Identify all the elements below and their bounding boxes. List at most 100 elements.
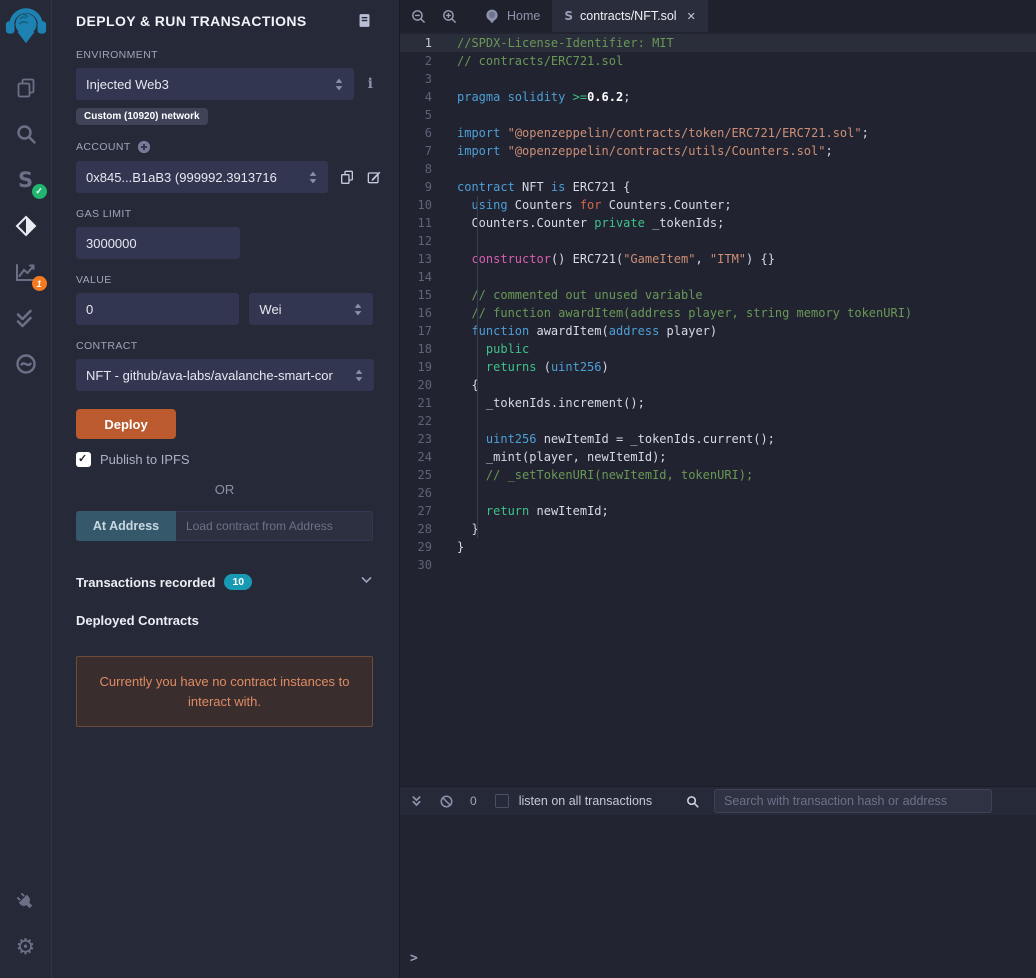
code-text[interactable]: } [457, 520, 478, 538]
code-line[interactable]: 2// contracts/ERC721.sol [400, 52, 1036, 70]
line-number[interactable]: 21 [400, 394, 457, 412]
line-number[interactable]: 5 [400, 106, 457, 124]
code-text[interactable]: import "@openzeppelin/contracts/utils/Co… [457, 142, 833, 160]
code-line[interactable]: 6 import "@openzeppelin/contracts/token/E… [400, 124, 1036, 142]
line-number[interactable]: 10 [400, 196, 457, 214]
at-address-button[interactable]: At Address [76, 511, 176, 541]
code-line[interactable]: 27 return newItemId; [400, 502, 1036, 520]
line-number[interactable]: 30 [400, 556, 457, 574]
edit-account-icon[interactable] [366, 169, 382, 185]
line-number[interactable]: 4 [400, 88, 457, 106]
line-number[interactable]: 2 [400, 52, 457, 70]
terminal-search-input[interactable] [724, 790, 982, 812]
tab-nft-sol[interactable]: S contracts/NFT.sol ✕ [552, 0, 708, 32]
code-text[interactable]: return newItemId; [457, 502, 609, 520]
zoom-in-icon[interactable] [441, 8, 458, 25]
code-text[interactable]: constructor() ERC721("GameItem", "ITM") … [457, 250, 774, 268]
code-line[interactable]: 29} [400, 538, 1036, 556]
code-text[interactable]: // contracts/ERC721.sol [457, 52, 623, 70]
gas-limit-input[interactable] [86, 235, 230, 251]
code-text[interactable]: uint256 newItemId = _tokenIds.current(); [457, 430, 775, 448]
line-number[interactable]: 22 [400, 412, 457, 430]
code-line[interactable]: 7 import "@openzeppelin/contracts/utils/C… [400, 142, 1036, 160]
value-unit-select[interactable]: Wei [249, 293, 373, 325]
contract-select[interactable]: NFT - github/ava-labs/avalanche-smart-co… [76, 359, 374, 391]
remix-logo-icon[interactable] [3, 3, 49, 49]
code-line[interactable]: 20 { [400, 376, 1036, 394]
code-line[interactable]: 26 [400, 484, 1036, 502]
tab-home[interactable]: Home [472, 0, 552, 32]
account-select[interactable]: 0x845...B1aB3 (999992.3913716 [76, 161, 328, 193]
code-text[interactable]: import "@openzeppelin/contracts/token/ER… [457, 124, 869, 142]
code-line[interactable]: 30 [400, 556, 1036, 574]
code-line[interactable]: 19 returns (uint256) [400, 358, 1036, 376]
line-number[interactable]: 7 [400, 142, 457, 160]
code-text[interactable]: function awardItem(address player) [457, 322, 717, 340]
line-number[interactable]: 14 [400, 268, 457, 286]
add-account-icon[interactable] [137, 140, 151, 154]
publish-ipfs-checkbox[interactable] [76, 452, 91, 467]
line-number[interactable]: 11 [400, 214, 457, 232]
code-line[interactable]: 23 uint256 newItemId = _tokenIds.current… [400, 430, 1036, 448]
code-editor[interactable]: 1//SPDX-License-Identifier: MIT 2// contr… [400, 32, 1036, 786]
environment-info-icon[interactable]: i [368, 76, 373, 92]
deploy-button[interactable]: Deploy [76, 409, 176, 439]
plugin-manager-icon[interactable] [11, 886, 41, 916]
line-number[interactable]: 20 [400, 376, 457, 394]
line-number[interactable]: 26 [400, 484, 457, 502]
value-input[interactable] [86, 301, 230, 317]
code-text[interactable]: using Counters for Counters.Counter; [457, 196, 731, 214]
line-number[interactable]: 8 [400, 160, 457, 178]
line-number[interactable]: 18 [400, 340, 457, 358]
terminal-output[interactable]: > [400, 815, 1036, 978]
line-number[interactable]: 16 [400, 304, 457, 322]
at-address-input[interactable] [186, 512, 362, 540]
code-text[interactable]: _mint(player, newItemId); [457, 448, 667, 466]
settings-gear-icon[interactable]: ⚙ [11, 932, 41, 962]
code-line[interactable]: 12 [400, 232, 1036, 250]
code-line[interactable]: 15 // commented out unused variable [400, 286, 1036, 304]
code-line[interactable]: 28 } [400, 520, 1036, 538]
line-number[interactable]: 28 [400, 520, 457, 538]
line-number[interactable]: 24 [400, 448, 457, 466]
code-line[interactable]: 10 using Counters for Counters.Counter; [400, 196, 1036, 214]
code-line[interactable]: 24 _mint(player, newItemId); [400, 448, 1036, 466]
collapse-terminal-icon[interactable] [410, 793, 423, 809]
unit-testing-icon[interactable] [11, 303, 41, 333]
code-line[interactable]: 3 [400, 70, 1036, 88]
line-number[interactable]: 12 [400, 232, 457, 250]
line-number[interactable]: 6 [400, 124, 457, 142]
code-text[interactable]: public [457, 340, 529, 358]
statistics-icon[interactable]: 1 [11, 257, 47, 291]
code-text[interactable]: // function awardItem(address player, st… [457, 304, 912, 322]
line-number[interactable]: 29 [400, 538, 457, 556]
deploy-run-icon[interactable] [11, 211, 41, 241]
line-number[interactable]: 9 [400, 178, 457, 196]
code-line[interactable]: 22 [400, 412, 1036, 430]
code-line[interactable]: 17 function awardItem(address player) [400, 322, 1036, 340]
code-line[interactable]: 21 _tokenIds.increment(); [400, 394, 1036, 412]
code-line[interactable]: 11 Counters.Counter private _tokenIds; [400, 214, 1036, 232]
code-line[interactable]: 14 [400, 268, 1036, 286]
line-number[interactable]: 15 [400, 286, 457, 304]
chevron-down-icon[interactable] [360, 573, 373, 591]
code-text[interactable]: contract NFT is ERC721 { [457, 178, 630, 196]
code-line[interactable]: 16 // function awardItem(address player,… [400, 304, 1036, 322]
line-number[interactable]: 1 [400, 34, 457, 52]
code-text[interactable]: //SPDX-License-Identifier: MIT [457, 34, 674, 52]
code-text[interactable]: { [457, 376, 478, 394]
code-line[interactable]: 1//SPDX-License-Identifier: MIT [400, 34, 1036, 52]
code-line[interactable]: 4 pragma solidity >=0.6.2; [400, 88, 1036, 106]
transactions-recorded-row[interactable]: Transactions recorded 10 [76, 573, 373, 591]
code-text[interactable]: // commented out unused variable [457, 286, 702, 304]
code-text[interactable]: Counters.Counter private _tokenIds; [457, 214, 724, 232]
code-line[interactable]: 8 [400, 160, 1036, 178]
close-tab-icon[interactable]: ✕ [687, 10, 696, 23]
documentation-book-icon[interactable] [356, 12, 373, 29]
zoom-out-icon[interactable] [410, 8, 427, 25]
line-number[interactable]: 19 [400, 358, 457, 376]
file-explorer-icon[interactable] [11, 73, 41, 103]
clear-console-icon[interactable] [439, 794, 454, 809]
line-number[interactable]: 25 [400, 466, 457, 484]
code-text[interactable]: } [457, 538, 464, 556]
